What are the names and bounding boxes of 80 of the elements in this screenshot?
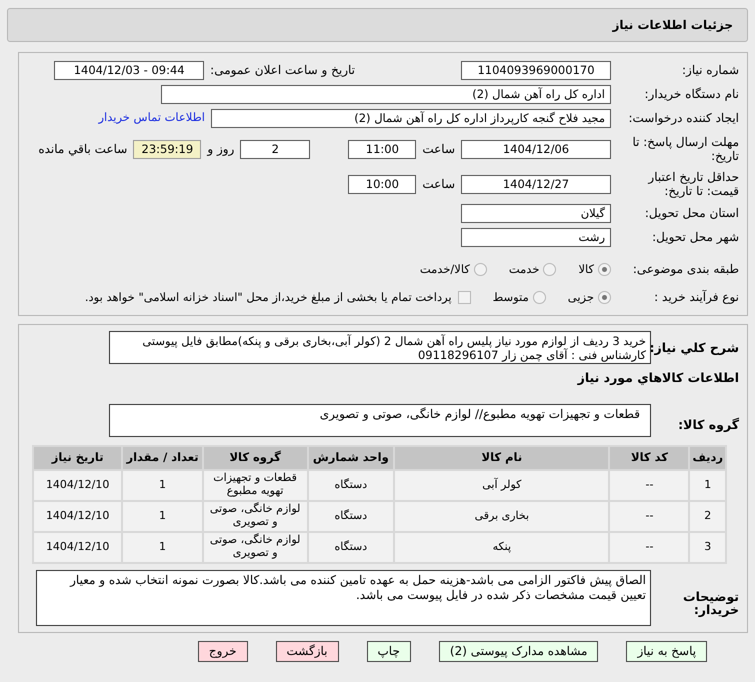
field-label: طبقه بندی موضوعی: — [632, 262, 739, 277]
field-label: ایجاد کننده درخواست: — [627, 110, 739, 126]
field-label: شهر محل تحویل: — [651, 230, 739, 245]
table-cell: -- — [610, 502, 688, 531]
action-button[interactable]: مشاهده مدارک پیوستی (2) — [438, 640, 598, 662]
option-label: کالا — [578, 260, 594, 278]
field-label: گروه کالا: — [677, 416, 739, 434]
column-header: ردیف — [690, 446, 725, 469]
section-title: اطلاعات کالاهاي مورد نیاز — [578, 369, 739, 388]
table-cell: قطعات و تجهیزات تهویه مطبوع — [204, 470, 306, 500]
action-button[interactable]: پاسخ به نیاز — [626, 640, 708, 662]
field-label: ساعت — [421, 141, 456, 158]
input-field[interactable]: 10:00 — [348, 174, 416, 194]
table-cell: 1404/12/10 — [34, 532, 122, 562]
table-cell: 1 — [123, 532, 202, 562]
field-label: شرح کلي نیاز: — [651, 338, 739, 357]
goods-group-box[interactable]: قطعات و تجهیزات تهویه مطبوع// لوازم خانگی، صوتی و تصویری — [109, 404, 651, 437]
radio-button[interactable] — [598, 263, 611, 276]
option-label: کالا/خدمت — [420, 260, 470, 278]
radio-button[interactable] — [598, 291, 611, 304]
input-field[interactable]: گیلان — [461, 204, 611, 224]
table-cell: 1404/12/10 — [34, 470, 122, 500]
checkbox-label: پرداخت تمام یا بخشی از مبلغ خرید،از محل "اسناد خزانه اسلامی" خواهد بود. — [84, 288, 452, 306]
description-box[interactable]: خرید 3 ردیف از لوازم مورد نیاز پلیس راه آهن شمال 2 (کولر آبی،بخاری برقی و پنکه)مطابق فایل پیوستی کارشناس فنی : آقای چمن زار 09118296107 — [109, 330, 651, 364]
input-field[interactable]: 1404/12/03 - 09:44 — [54, 60, 204, 80]
field-label: توضیحات خریدار: — [682, 590, 739, 618]
column-header: کد کالا — [610, 446, 688, 469]
contact-link[interactable]: اطلاعات تماس خریدار — [98, 109, 205, 127]
input-field[interactable]: اداره کل راه آهن شمال (2) — [161, 84, 611, 104]
table-cell: کولر آبی — [395, 470, 608, 500]
checkbox[interactable] — [458, 291, 471, 304]
radio-button[interactable] — [543, 263, 556, 276]
action-button[interactable]: چاپ — [366, 640, 411, 662]
input-field[interactable]: 1104093969000170 — [461, 60, 611, 80]
table-cell: 2 — [690, 502, 725, 531]
column-header: گروه کالا — [204, 446, 306, 469]
countdown-timer: 23:59:19 — [133, 140, 202, 159]
option-label: جزیی — [568, 288, 594, 306]
table-cell: دستگاه — [308, 502, 394, 531]
option-label: خدمت — [508, 260, 540, 278]
input-field[interactable]: 2 — [240, 140, 310, 159]
table-cell: لوازم خانگی، صوتی و تصویری — [204, 502, 306, 531]
field-label: نام دستگاه خریدار: — [644, 86, 739, 102]
option-label: متوسط — [492, 288, 529, 306]
field-label: شماره نیاز: — [681, 62, 739, 78]
field-label: مهلت ارسال پاسخ: تا تاریخ: — [631, 135, 739, 164]
field-label: نوع فرآیند خرید : — [653, 290, 739, 305]
input-field[interactable]: 11:00 — [348, 140, 416, 159]
table-cell: 3 — [690, 532, 725, 562]
radio-button[interactable] — [532, 291, 546, 304]
notes-box[interactable]: الصاق پیش فاکتور الزامی می باشد-هزینه حمل به عهده تامین کننده می باشد.کالا بصورت نمونه انتخاب شده و معیار تعیین قیمت مشخصات ذکر شده در فایل پیوست می باشد. — [36, 570, 651, 626]
table-cell: دستگاه — [308, 470, 394, 500]
action-button[interactable]: خروج — [198, 640, 248, 662]
table-cell: 1 — [123, 502, 202, 531]
input-field[interactable]: 1404/12/27 — [461, 174, 611, 194]
field-label: ساعت — [421, 176, 456, 194]
table-cell: 1 — [690, 470, 725, 500]
page-title: جزئیات اطلاعات نیاز — [612, 17, 733, 34]
column-header: واحد شمارش — [308, 446, 394, 469]
table-cell: بخاری برقی — [395, 502, 608, 531]
field-label: استان محل تحویل: — [644, 206, 739, 221]
table-cell: -- — [610, 470, 688, 500]
field-label: روز و — [206, 141, 236, 158]
table-cell: پنکه — [395, 532, 608, 562]
column-header: نام کالا — [395, 446, 608, 469]
input-field[interactable]: 1404/12/06 — [461, 140, 611, 159]
column-header: تاریخ نیاز — [34, 446, 122, 469]
table-cell: لوازم خانگی، صوتی و تصویری — [204, 532, 306, 562]
field-label: حداقل تاریخ اعتبار قیمت: تا تاریخ: — [646, 170, 739, 199]
table-cell: -- — [610, 532, 688, 562]
column-header: تعداد / مقدار — [123, 446, 202, 469]
input-field[interactable]: مجید فلاح گنجه کارپرداز اداره کل راه آهن شمال (2) — [211, 108, 611, 128]
field-label: تاریخ و ساعت اعلان عمومی: — [209, 62, 356, 79]
table-cell: 1 — [123, 470, 202, 500]
radio-button[interactable] — [474, 263, 487, 276]
table-cell: دستگاه — [308, 532, 394, 562]
field-label: ساعت باقي مانده — [37, 141, 128, 158]
input-field[interactable]: رشت — [461, 228, 611, 248]
action-button[interactable]: بازگشت — [276, 640, 338, 662]
table-cell: 1404/12/10 — [34, 502, 122, 531]
